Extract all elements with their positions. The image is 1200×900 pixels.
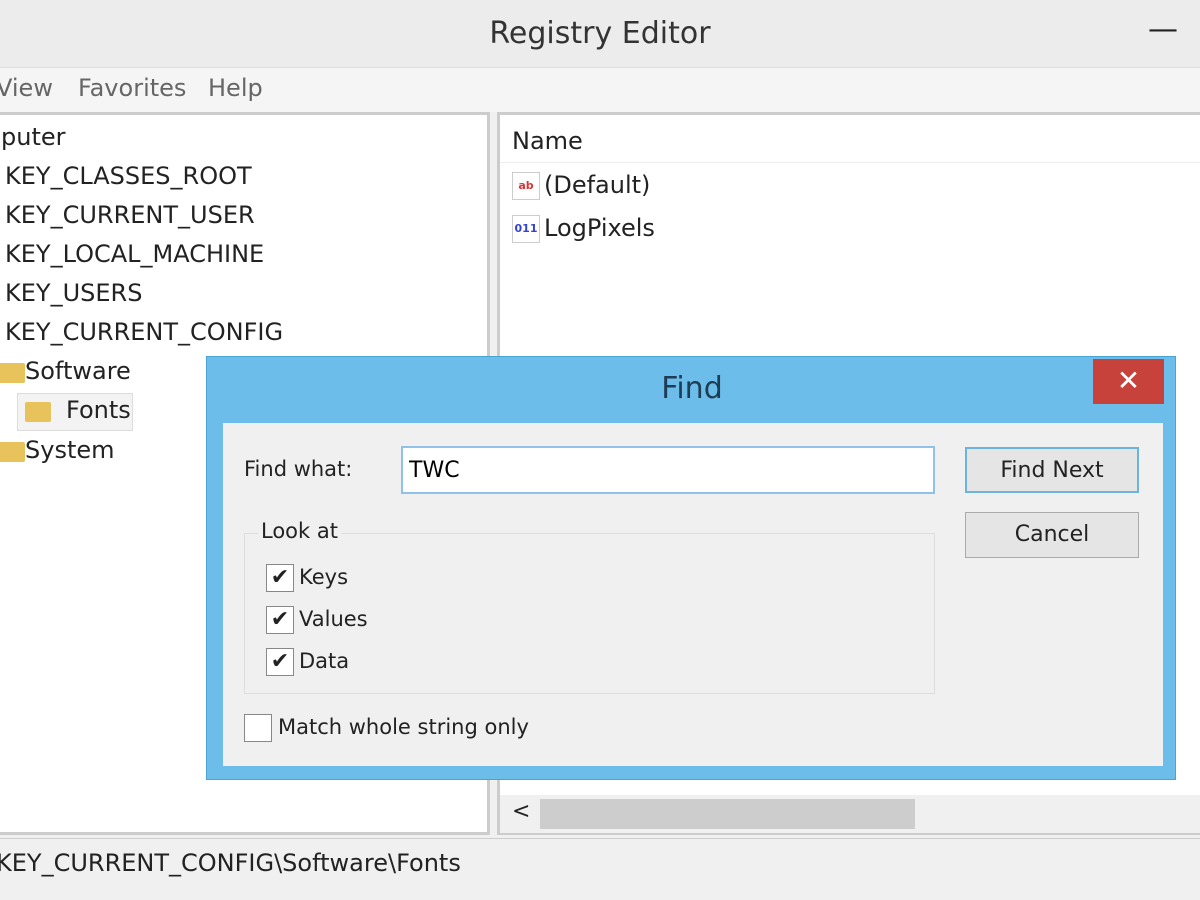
tree-item-hku[interactable]: KEY_USERS (5, 279, 142, 307)
tree-item-hkcr[interactable]: KEY_CLASSES_ROOT (5, 162, 252, 190)
menu-view[interactable]: View (0, 74, 53, 102)
scroll-thumb[interactable] (540, 799, 915, 829)
tree-item-computer[interactable]: puter (1, 123, 66, 151)
values-label: Values (299, 607, 368, 631)
tree-item-software[interactable]: Software (25, 357, 131, 385)
cancel-button[interactable]: Cancel (965, 512, 1139, 558)
keys-checkbox[interactable]: ✔ (266, 564, 294, 592)
folder-icon (0, 442, 25, 462)
values-checkbox[interactable]: ✔ (266, 606, 294, 634)
dialog-body: Find what: Find Next Cancel Look at ✔ Ke… (223, 423, 1163, 766)
folder-icon (25, 402, 51, 422)
dialog-title: Find (661, 371, 723, 406)
tree-item-hkcc[interactable]: KEY_CURRENT_CONFIG (5, 318, 283, 346)
keys-label: Keys (299, 565, 349, 589)
tree-item-hklm[interactable]: KEY_LOCAL_MACHINE (5, 240, 264, 268)
menu-favorites[interactable]: Favorites (78, 74, 186, 102)
find-what-label: Find what: (244, 457, 353, 481)
match-whole-string-checkbox[interactable] (244, 714, 272, 742)
value-name: LogPixels (544, 214, 655, 242)
value-name: (Default) (544, 171, 651, 199)
list-item[interactable]: ab (Default) (512, 171, 650, 200)
find-dialog: Find ✕ Find what: Find Next Cancel Look … (206, 356, 1176, 780)
horizontal-scrollbar[interactable]: < (500, 795, 1200, 833)
close-button[interactable]: ✕ (1093, 359, 1164, 404)
find-next-button[interactable]: Find Next (965, 447, 1139, 493)
window-title: Registry Editor (489, 16, 711, 51)
column-header[interactable]: Name (500, 115, 1200, 163)
scroll-left-button[interactable]: < (512, 799, 530, 824)
binary-value-icon: 011 (512, 215, 540, 243)
tree-item-hkcu[interactable]: KEY_CURRENT_USER (5, 201, 255, 229)
look-at-label: Look at (258, 519, 341, 543)
tree-item-fonts[interactable]: Fonts (66, 396, 131, 424)
status-path: KEY_CURRENT_CONFIG\Software\Fonts (0, 849, 461, 877)
list-item[interactable]: 011 LogPixels (512, 214, 655, 243)
name-header[interactable]: Name (512, 127, 583, 155)
match-whole-string-label: Match whole string only (278, 715, 529, 739)
menu-help[interactable]: Help (208, 74, 263, 102)
title-bar: Registry Editor — (0, 0, 1200, 68)
minimize-button[interactable]: — (1148, 12, 1178, 47)
find-what-input[interactable] (401, 446, 935, 494)
string-value-icon: ab (512, 172, 540, 200)
data-label: Data (299, 649, 350, 673)
data-checkbox[interactable]: ✔ (266, 648, 294, 676)
folder-icon (0, 363, 25, 383)
tree-item-system[interactable]: System (25, 436, 115, 464)
status-bar: KEY_CURRENT_CONFIG\Software\Fonts (0, 838, 1200, 900)
